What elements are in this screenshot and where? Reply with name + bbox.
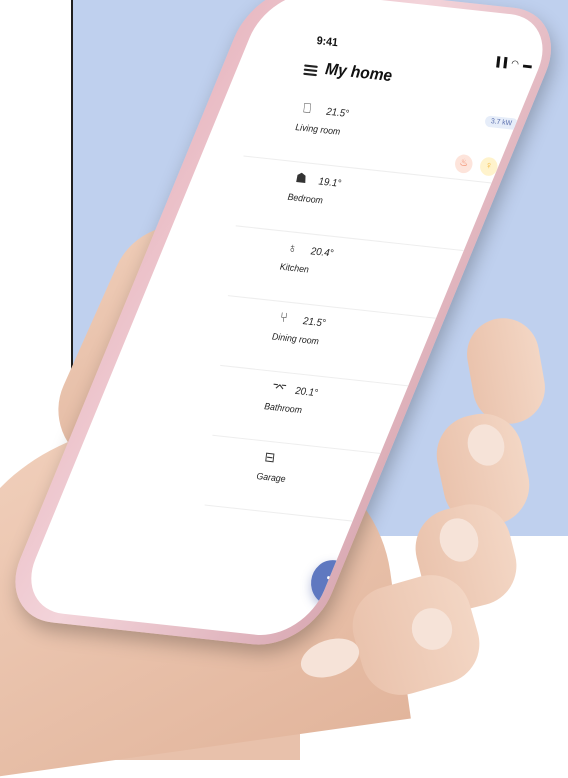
room-name: Bedroom bbox=[287, 191, 324, 206]
pot-icon: ♁ bbox=[287, 239, 299, 256]
room-temperature: 21.5° bbox=[325, 106, 350, 121]
sofa-icon: ⎕ bbox=[302, 99, 312, 116]
room-name: Dining room bbox=[271, 331, 320, 347]
flame-icon[interactable]: ♨ bbox=[454, 153, 474, 175]
status-time: 9:41 bbox=[316, 34, 339, 50]
room-temperature: 19.1° bbox=[317, 176, 342, 190]
page-title: My home bbox=[324, 60, 393, 86]
room-name: Bathroom bbox=[263, 400, 303, 416]
status-icons: ▐▐ ◠ ▬ bbox=[493, 55, 534, 71]
bathtub-icon: ⌤ bbox=[271, 378, 288, 396]
room-name: Living room bbox=[294, 121, 341, 137]
background-divider bbox=[71, 0, 73, 410]
room-name: Garage bbox=[256, 470, 287, 485]
bed-icon: ☗ bbox=[294, 169, 308, 187]
room-temperature: 20.1° bbox=[294, 385, 319, 400]
room-temperature: 21.5° bbox=[302, 315, 327, 330]
garage-icon: ⊟ bbox=[263, 448, 276, 466]
room-name: Kitchen bbox=[279, 261, 310, 275]
cutlery-icon: ⑂ bbox=[279, 309, 289, 326]
menu-icon[interactable] bbox=[303, 64, 318, 77]
room-temperature: 20.4° bbox=[310, 245, 335, 260]
